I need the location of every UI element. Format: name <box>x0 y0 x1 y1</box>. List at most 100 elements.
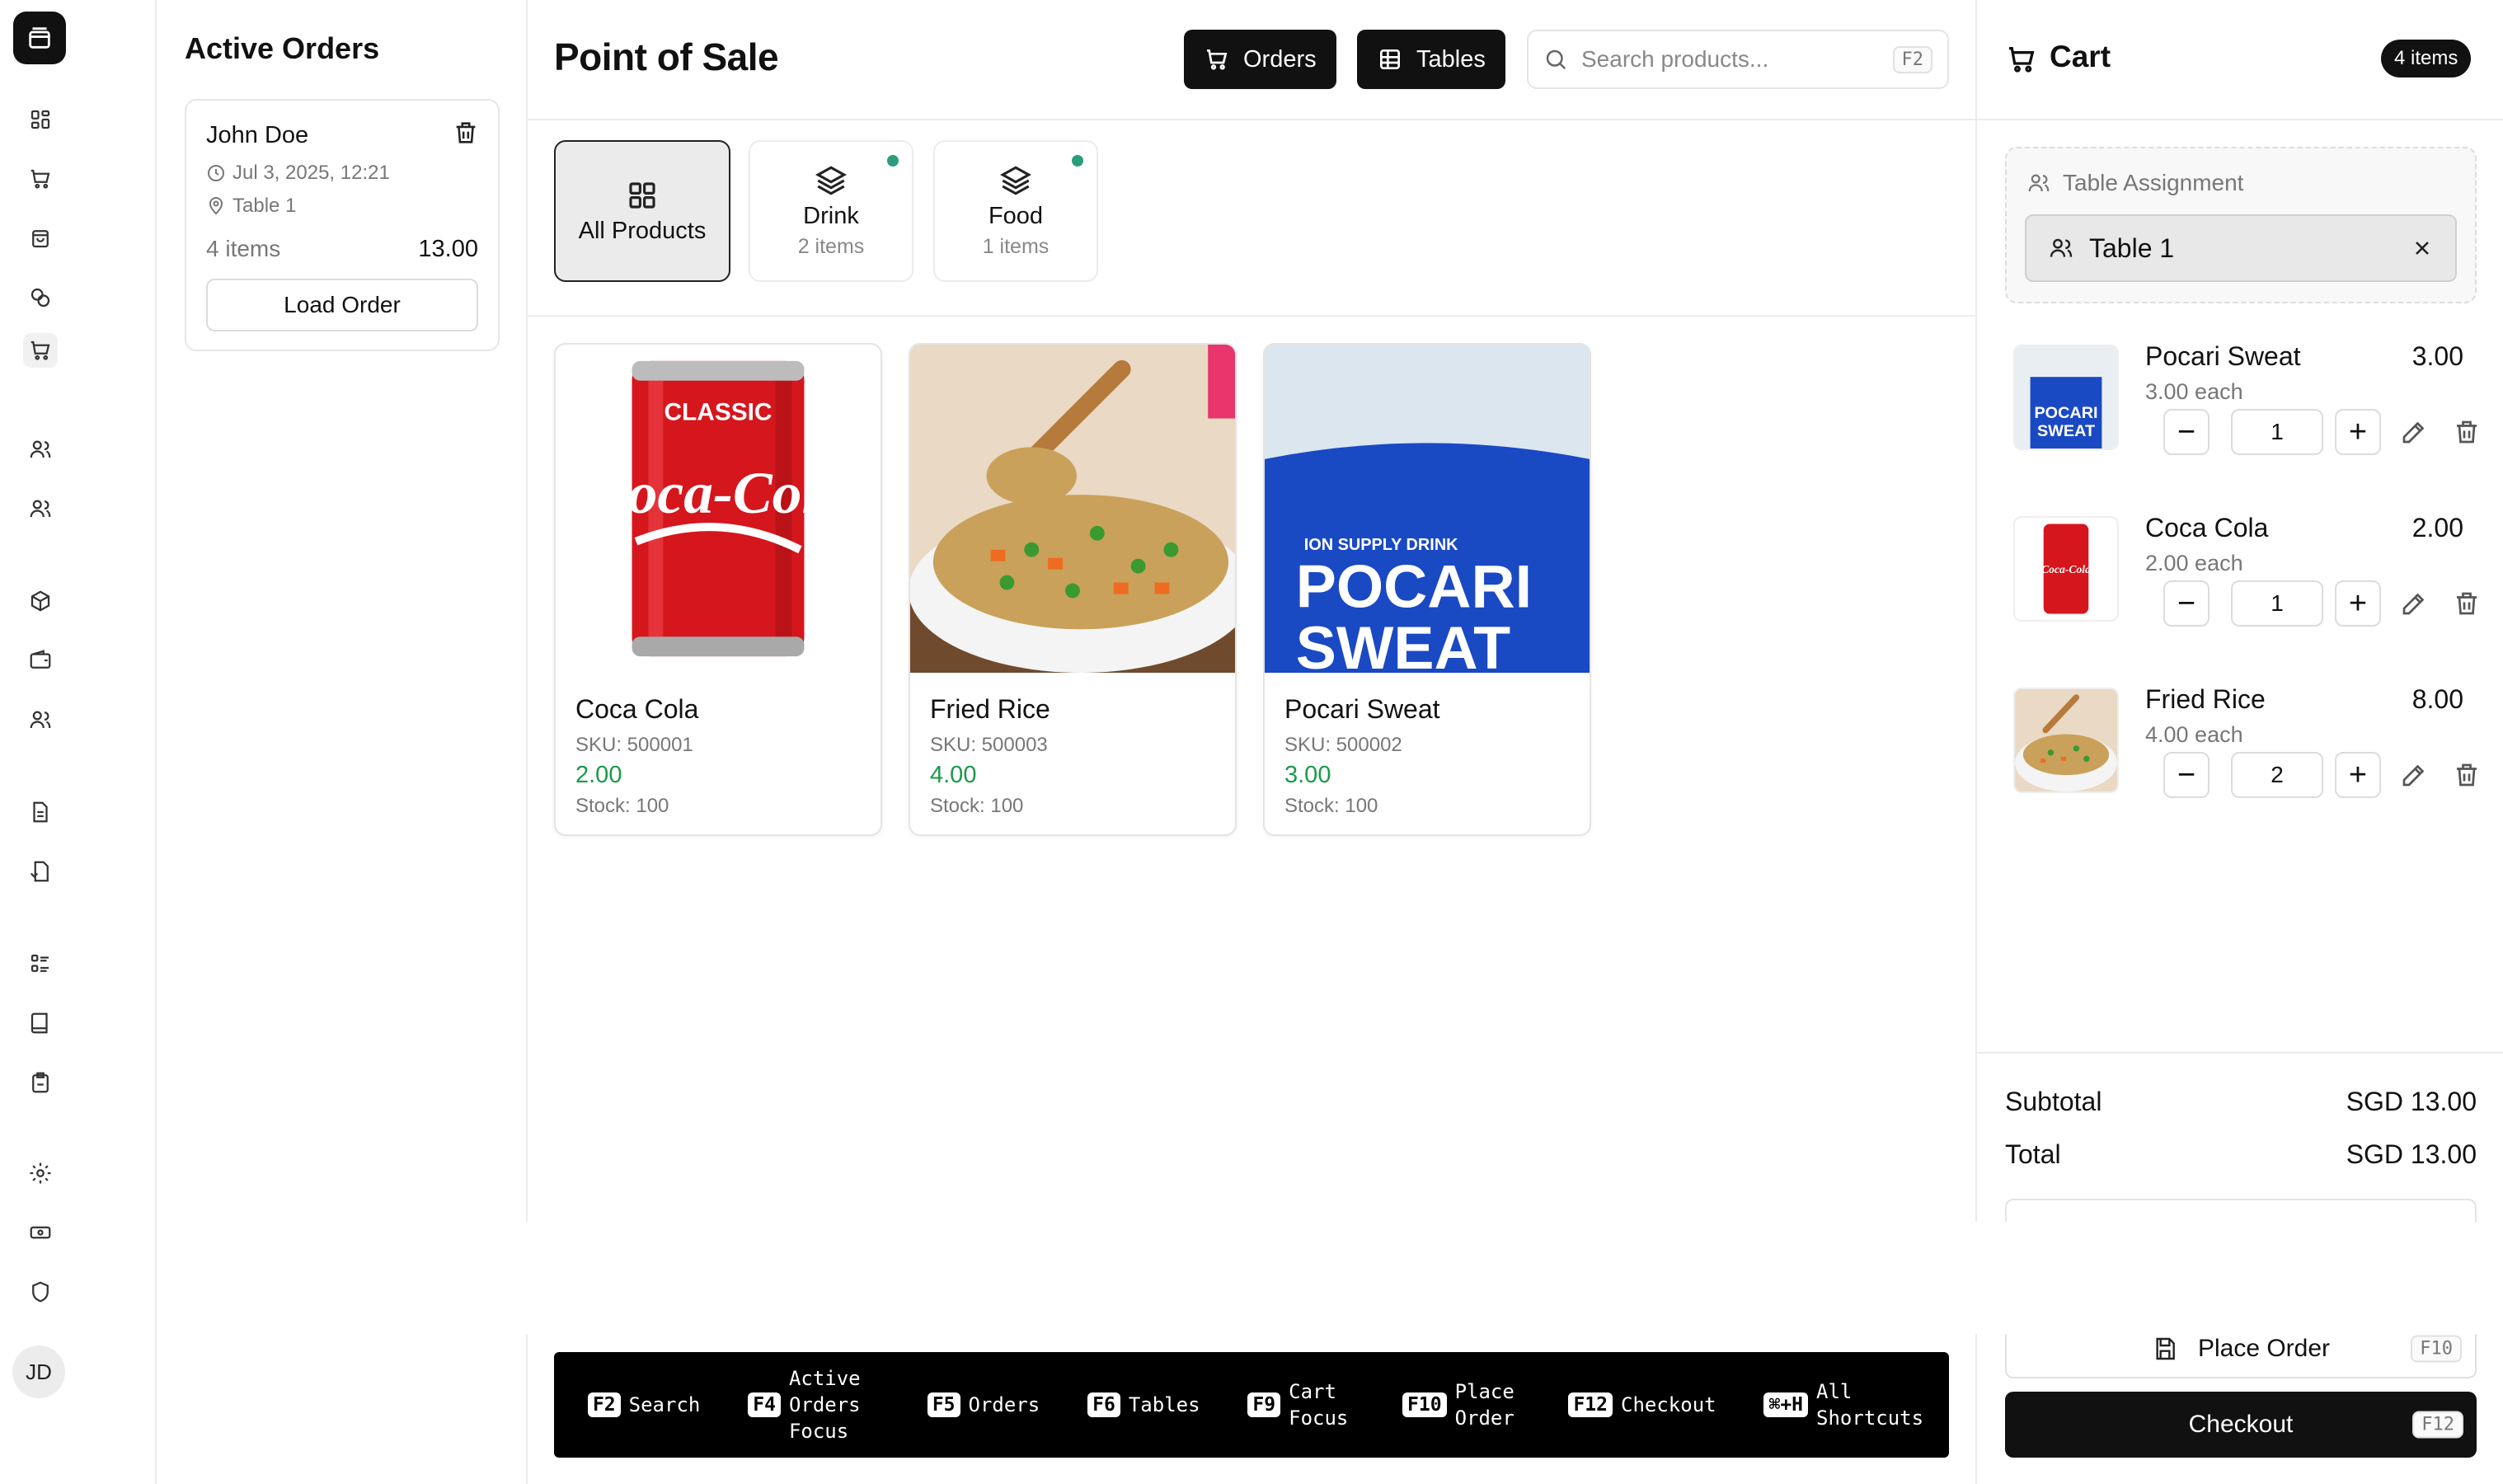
clock-icon <box>206 163 226 183</box>
orders-button-label: Orders <box>1243 45 1317 73</box>
product-sku: SKU: 500001 <box>575 734 693 756</box>
wallet-icon[interactable] <box>23 643 58 678</box>
pocari-sweat-image: ION SUPPLY DRINK POCARI SWEAT <box>1265 345 1590 673</box>
cart-item-name: Coca Cola <box>2145 513 2269 542</box>
cart-item: Coca-Cola Coca Cola 2.00 2.00 each − 1 + <box>2005 513 2477 636</box>
search-input[interactable] <box>1581 46 1880 73</box>
quantity-field[interactable]: 1 <box>2231 580 2323 627</box>
product-name: Fried Rice <box>930 694 1050 724</box>
cart-item-total: 8.00 <box>2411 684 2463 714</box>
increase-quantity-button[interactable]: + <box>2335 409 2381 455</box>
shortcut-checkout: F12 Checkout <box>1568 1392 1716 1418</box>
clipboard-icon[interactable] <box>23 1065 58 1100</box>
customers-icon[interactable] <box>23 491 58 526</box>
category-label: Drink <box>803 203 859 229</box>
tables-button[interactable]: Tables <box>1357 30 1505 89</box>
avatar[interactable]: JD <box>12 1345 65 1398</box>
subtotal-row: Subtotal SGD 13.00 <box>2005 1087 2477 1117</box>
order-card[interactable]: John Doe Jul 3, 2025, 12:21 Table 1 4 it… <box>185 99 500 351</box>
users-icon <box>2026 171 2051 195</box>
category-divider <box>528 315 1975 317</box>
decrease-quantity-button[interactable]: − <box>2163 752 2209 798</box>
checkout-label: Checkout <box>2188 1411 2294 1438</box>
list-icon[interactable] <box>23 946 58 981</box>
place-order-shortcut: F10 <box>2411 1335 2462 1363</box>
category-food[interactable]: Food 1 items <box>933 140 1098 282</box>
shortcut-all-shortcuts: ⌘+H All Shortcuts <box>1763 1378 1923 1431</box>
search-box[interactable]: F2 <box>1527 30 1949 89</box>
cart-icon <box>1204 46 1230 73</box>
report-icon[interactable] <box>23 854 58 889</box>
checkout-button[interactable]: Checkout F12 <box>2005 1392 2477 1458</box>
product-name: Pocari Sweat <box>1284 694 1440 724</box>
trash-icon[interactable] <box>2452 760 2482 790</box>
cart-item-unit-price: 2.00 each <box>2145 551 2243 575</box>
orders-button[interactable]: Orders <box>1184 30 1336 89</box>
shortcut-active-orders: F4 Active Orders Focus <box>748 1365 880 1444</box>
summary-divider <box>1977 1052 2503 1054</box>
category-count: 2 items <box>797 235 865 258</box>
decrease-quantity-button[interactable]: − <box>2163 409 2209 455</box>
svg-text:SWEAT: SWEAT <box>2037 422 2095 440</box>
total-value: SGD 13.00 <box>2346 1139 2477 1169</box>
cart-title: Cart <box>2050 40 2111 73</box>
app-logo-icon[interactable] <box>13 12 66 64</box>
decrease-quantity-button[interactable]: − <box>2163 580 2209 627</box>
edit-icon[interactable] <box>2399 760 2429 790</box>
shortcut-search: F2 Search <box>587 1392 700 1418</box>
quantity-field[interactable]: 2 <box>2231 752 2323 798</box>
pos-cart-icon[interactable] <box>23 333 58 368</box>
book-icon[interactable] <box>23 1006 58 1040</box>
tables-button-label: Tables <box>1416 45 1486 73</box>
shield-icon[interactable] <box>23 1275 58 1309</box>
svg-text:POCARI: POCARI <box>1296 552 1532 620</box>
users-icon <box>2048 235 2074 261</box>
cart-icon[interactable] <box>23 162 58 196</box>
order-table-row: Table 1 <box>206 195 296 218</box>
table-grid-icon <box>1377 46 1403 73</box>
cart-item-total: 3.00 <box>2411 341 2463 371</box>
dashboard-icon[interactable] <box>23 102 58 137</box>
category-drink[interactable]: Drink 2 items <box>749 140 913 282</box>
table-selector[interactable]: Table 1 <box>2025 214 2457 282</box>
grid-icon <box>625 178 660 213</box>
users-icon[interactable] <box>23 432 58 467</box>
category-all-products[interactable]: All Products <box>554 140 730 282</box>
increase-quantity-button[interactable]: + <box>2335 580 2381 627</box>
increase-quantity-button[interactable]: + <box>2335 752 2381 798</box>
order-customer: John Doe <box>206 122 309 148</box>
order-datetime: Jul 3, 2025, 12:21 <box>232 162 390 184</box>
box-icon[interactable] <box>23 584 58 618</box>
trash-icon[interactable] <box>2452 417 2482 447</box>
cash-icon[interactable] <box>23 1215 58 1250</box>
table-assignment-header: Table Assignment <box>2026 170 2243 196</box>
svg-text:Coca-Cola: Coca-Cola <box>2041 563 2091 575</box>
settings-icon[interactable] <box>23 1156 58 1190</box>
trash-icon[interactable] <box>2452 589 2482 618</box>
load-order-button[interactable]: Load Order <box>206 279 478 331</box>
edit-icon[interactable] <box>2399 589 2429 618</box>
svg-text:CLASSIC: CLASSIC <box>664 399 773 426</box>
category-label: Food <box>988 203 1044 229</box>
shortcut-orders: F5 Orders <box>927 1392 1040 1418</box>
product-card[interactable]: CLASSIC Coca-Cola Coca Cola SKU: 500001 … <box>554 343 882 836</box>
shortcut-cart-focus: F9 Cart Focus <box>1247 1378 1355 1431</box>
quantity-field[interactable]: 1 <box>2231 409 2323 455</box>
bag-icon[interactable] <box>23 221 58 256</box>
staff-icon[interactable] <box>23 702 58 737</box>
layers-icon <box>814 163 848 198</box>
product-card[interactable]: Fried Rice SKU: 500003 4.00 Stock: 100 <box>909 343 1237 836</box>
product-sku: SKU: 500003 <box>930 734 1048 756</box>
coins-icon[interactable] <box>23 280 58 315</box>
category-label: All Products <box>578 217 707 244</box>
order-datetime-row: Jul 3, 2025, 12:21 <box>206 162 390 185</box>
edit-icon[interactable] <box>2399 417 2429 447</box>
product-name: Coca Cola <box>575 694 699 724</box>
coca-cola-can-image: CLASSIC Coca-Cola <box>556 345 881 673</box>
document-icon[interactable] <box>23 795 58 829</box>
product-card[interactable]: ION SUPPLY DRINK POCARI SWEAT Pocari Swe… <box>1263 343 1591 836</box>
layers-icon <box>998 163 1033 198</box>
trash-icon[interactable] <box>452 119 480 147</box>
page-title: Point of Sale <box>554 35 779 78</box>
close-icon[interactable] <box>2411 237 2434 260</box>
